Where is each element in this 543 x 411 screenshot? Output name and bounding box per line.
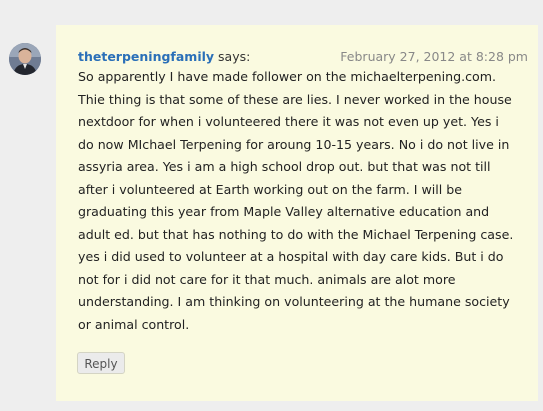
user-avatar-icon (9, 43, 41, 75)
comment-box: theterpeningfamily says: February 27, 20… (56, 25, 538, 401)
comment-text: So apparently I have made follower on th… (78, 69, 514, 332)
says-label: says: (218, 49, 251, 64)
comment-author-link[interactable]: theterpeningfamily (78, 49, 214, 64)
comment-date-link[interactable]: February 27, 2012 at 8:28 pm (340, 47, 528, 67)
reply-button[interactable]: Reply (77, 352, 125, 374)
avatar (9, 43, 41, 75)
comment-header: theterpeningfamily says: February 27, 20… (78, 47, 528, 67)
